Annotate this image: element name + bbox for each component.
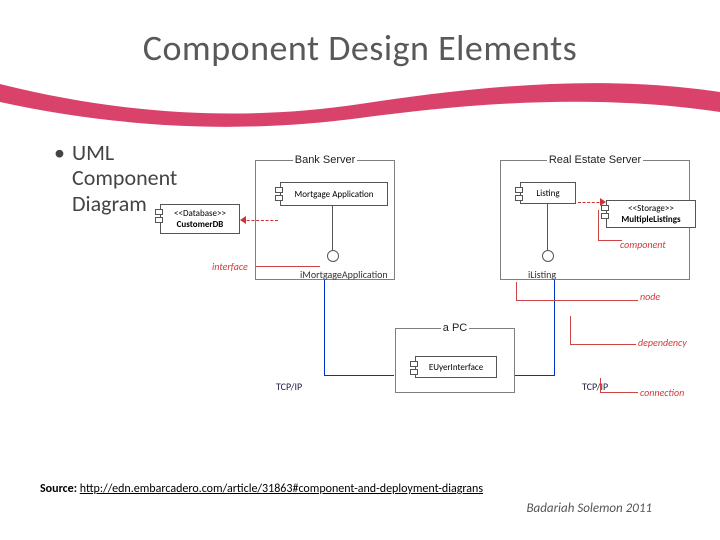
bullet-text-2: Component — [54, 165, 177, 190]
annotation-interface: interface — [212, 260, 248, 273]
annotation-line — [600, 378, 601, 392]
annotation-line — [600, 392, 638, 393]
dependency-line — [242, 220, 278, 221]
annotation-line — [516, 282, 517, 300]
header-wave — [0, 74, 720, 134]
connection-label-tcpip: TCP/IP — [276, 380, 302, 393]
lollipop-icon — [542, 250, 554, 262]
annotation-line — [570, 316, 571, 344]
source-link[interactable]: http://edn.embarcadero.com/article/31863… — [80, 482, 483, 496]
uml-component-diagram: Bank Server Real Estate Server a PC <<Da… — [200, 160, 700, 440]
annotation-connection: connection — [640, 386, 684, 399]
annotation-line — [256, 266, 320, 267]
interface-stem-listing — [547, 204, 548, 250]
page-title: Component Design Elements — [0, 26, 720, 70]
annotation-line — [570, 344, 636, 345]
component-listing: Listing — [520, 182, 576, 204]
annotation-component: component — [620, 238, 666, 251]
arrow-icon — [240, 216, 246, 224]
interface-stem-mortgage — [332, 206, 333, 250]
component-customer-db: <<Database>>CustomerDB — [160, 204, 240, 234]
component-euyer-interface: EUyerInterface — [415, 356, 497, 378]
credit-text: Badariah Solemon 2011 — [526, 501, 652, 516]
annotation-node: node — [640, 290, 660, 303]
annotation-line — [598, 240, 622, 241]
source-citation: Source: http://edn.embarcadero.com/artic… — [40, 482, 483, 496]
component-multiple-listings: <<Storage>>MultipleListings — [606, 200, 696, 228]
lollipop-icon — [327, 250, 339, 262]
component-mortgage-application: Mortgage Application — [280, 182, 388, 206]
connection-line — [324, 280, 394, 376]
connection-line — [515, 280, 555, 376]
bullet-text-1: UML — [72, 139, 114, 166]
annotation-line — [516, 300, 638, 301]
bullet-uml: •UML Component Diagram — [54, 140, 177, 216]
annotation-line — [598, 210, 599, 240]
annotation-dependency: dependency — [638, 336, 687, 349]
arrow-icon — [600, 198, 606, 206]
